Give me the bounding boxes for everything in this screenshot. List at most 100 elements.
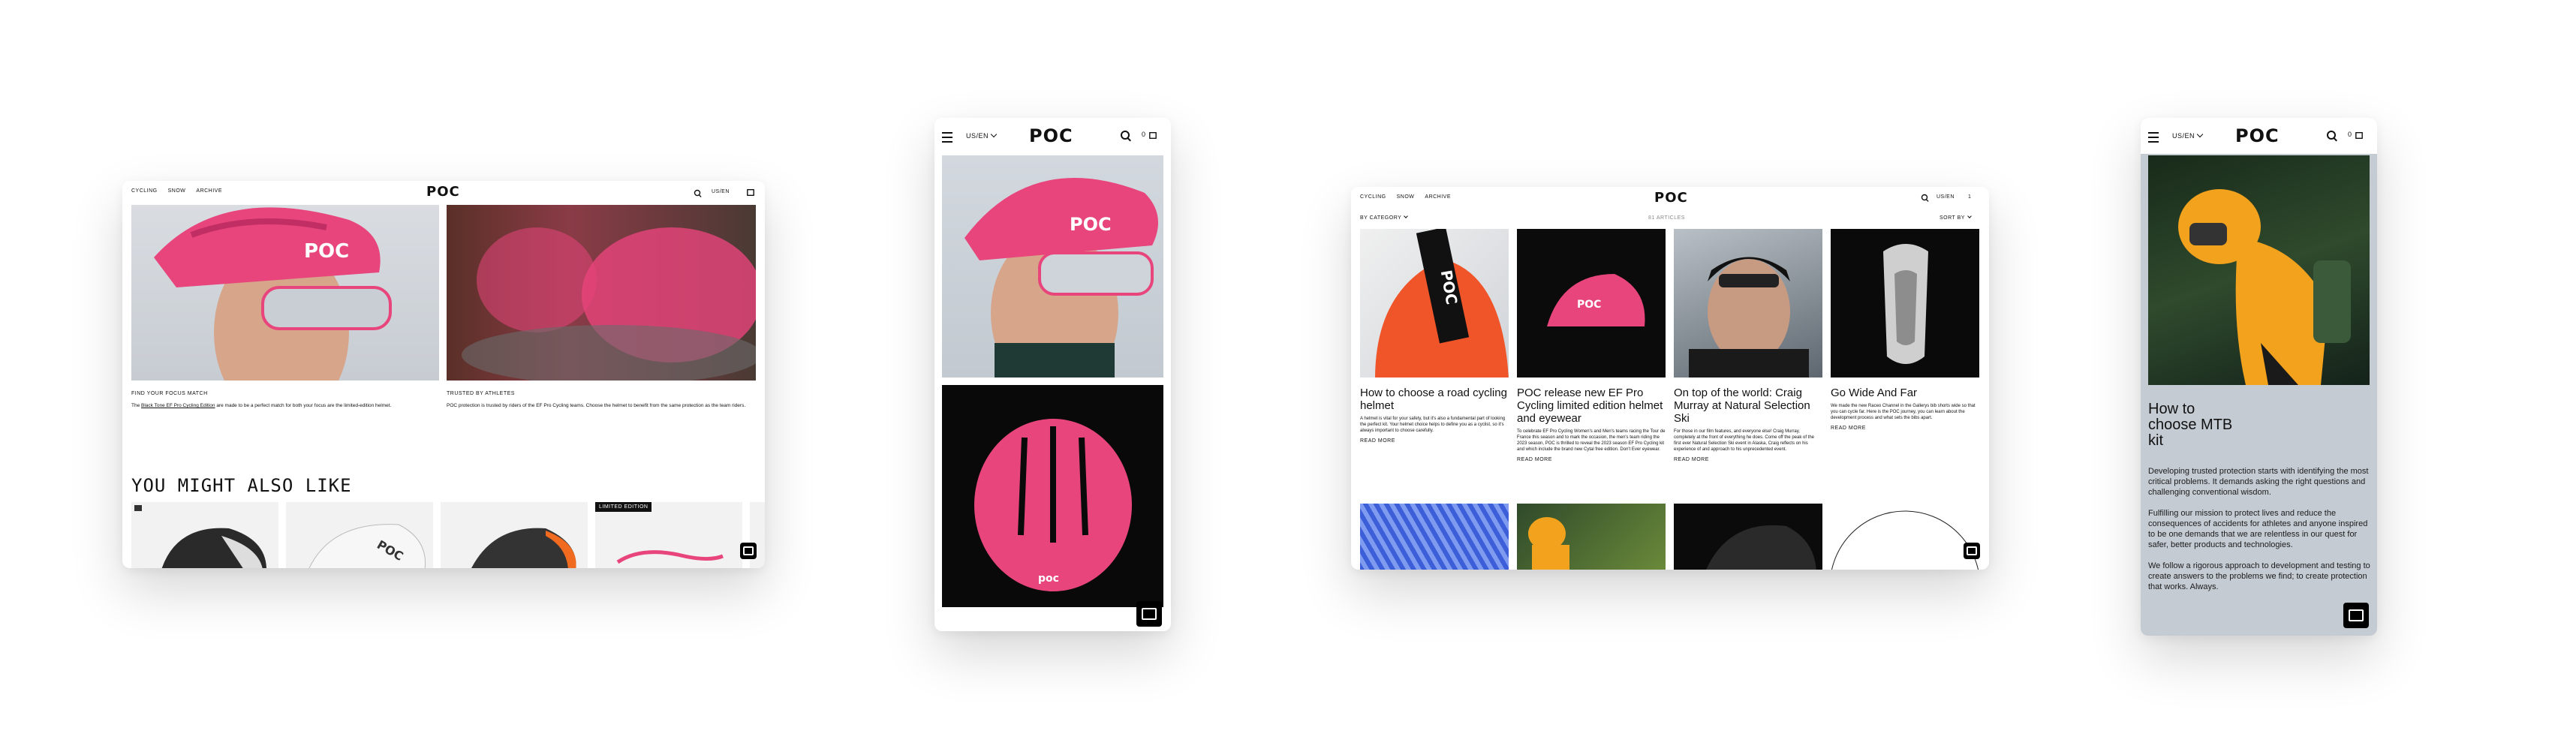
menu-icon[interactable] xyxy=(942,132,952,143)
article-title[interactable]: How to choose a road cycling helmet xyxy=(1360,387,1509,412)
article-title[interactable]: On top of the world: Craig Murray at Nat… xyxy=(1674,387,1822,425)
riders-illustration xyxy=(462,227,756,381)
helmet-top-illustration: poc xyxy=(974,419,1132,591)
locale-selector[interactable]: US/EN xyxy=(2172,131,2204,140)
locale-selector[interactable]: US/EN xyxy=(1937,194,1955,200)
article-image xyxy=(1831,229,1979,378)
nav-snow[interactable]: SNOW xyxy=(168,188,186,194)
read-more-link[interactable]: READ MORE xyxy=(1831,426,1979,431)
helmet-profile-image: POC xyxy=(131,205,439,381)
chamois-illustration xyxy=(1883,244,1928,364)
product-helmet-orange xyxy=(471,528,576,568)
product-helmet-white: POC xyxy=(308,524,426,568)
helmet-top-image: poc xyxy=(942,385,1163,607)
limited-edition-badge: LIMITED EDITION xyxy=(595,502,652,512)
product-tile[interactable] xyxy=(441,502,588,568)
header: CYCLING SNOW ARCHIVE POC US/EN xyxy=(122,181,765,203)
cart-count[interactable]: 0 xyxy=(1142,131,1145,138)
chat-button[interactable] xyxy=(1964,543,1980,559)
locale-selector[interactable]: US/EN xyxy=(712,189,730,194)
product-tile[interactable]: POC xyxy=(286,502,433,568)
read-more-link[interactable]: READ MORE xyxy=(1674,457,1822,462)
nav-cycling[interactable]: CYCLING xyxy=(1360,194,1386,200)
nav-snow[interactable]: SNOW xyxy=(1397,194,1415,200)
cart-icon[interactable] xyxy=(2355,131,2363,140)
article-image[interactable] xyxy=(1831,504,1979,570)
menu-icon[interactable] xyxy=(2148,132,2159,143)
search-icon[interactable] xyxy=(1921,194,1928,201)
article-paragraph: We follow a rigorous approach to develop… xyxy=(2148,561,2370,591)
article-image[interactable] xyxy=(1517,504,1666,570)
search-icon[interactable] xyxy=(1121,131,1130,140)
locale-text: US/EN xyxy=(2172,132,2195,140)
card1-title: FIND YOUR FOCUS MATCH xyxy=(131,391,208,396)
chat-button[interactable] xyxy=(1136,601,1162,627)
article-count: 81 ARTICLES xyxy=(1648,215,1685,221)
article-image[interactable] xyxy=(1360,504,1509,570)
article-body: We made the new Raceo Channel in the Gal… xyxy=(1831,404,1976,420)
wishlist-icon[interactable] xyxy=(134,505,142,511)
team-riders-image xyxy=(447,205,756,381)
article-title: How to choose MTB kit xyxy=(2148,401,2233,449)
article-paragraph: Fulfilling our mission to protect lives … xyxy=(2148,509,2368,549)
chevron-down-icon xyxy=(1404,214,1409,218)
helmet-profile-image: POC xyxy=(942,155,1163,378)
category-filter[interactable]: BY CATEGORY xyxy=(1360,214,1409,221)
article-title[interactable]: POC release new EF Pro Cycling limited e… xyxy=(1517,387,1666,425)
article-card[interactable]: Go Wide And Far We made the new Raceo Ch… xyxy=(1831,229,1979,431)
article-card[interactable]: On top of the world: Craig Murray at Nat… xyxy=(1674,229,1822,462)
product-tile[interactable] xyxy=(131,502,278,568)
header: CYCLING SNOW ARCHIVE POC US/EN 1 xyxy=(1351,187,1989,208)
logo[interactable]: POC xyxy=(426,184,460,200)
mobile-header: US/EN POC 0 xyxy=(934,118,1171,154)
article-image[interactable] xyxy=(1674,504,1822,570)
svg-text:POC: POC xyxy=(1070,214,1112,235)
svg-text:poc: poc xyxy=(1038,573,1059,585)
article-body: Developing trusted protection starts wit… xyxy=(2148,466,2372,592)
logo[interactable]: POC xyxy=(2235,125,2280,146)
chevron-down-icon xyxy=(990,131,998,138)
article-title[interactable]: Go Wide And Far xyxy=(1831,387,1979,399)
sort-filter[interactable]: SORT BY xyxy=(1940,214,1972,221)
cart-icon[interactable] xyxy=(1149,131,1157,140)
product-tile[interactable]: LIMITED EDITION xyxy=(595,502,742,568)
cart-count[interactable]: 0 xyxy=(2348,131,2352,138)
card1-body-prefix: The xyxy=(131,403,142,408)
card1-body-suffix: are made to be a perfect match for both … xyxy=(215,403,392,408)
cart-icon[interactable] xyxy=(747,188,754,197)
article-card[interactable]: POC POC release new EF Pro Cycling limit… xyxy=(1517,229,1666,462)
product-helmet-black xyxy=(161,528,266,568)
card2-title: TRUSTED BY ATHLETES xyxy=(447,391,515,396)
article-hero-image xyxy=(2148,155,2370,385)
article-image: POC xyxy=(1360,229,1509,378)
mobile-header: US/EN POC 0 xyxy=(2141,118,2377,154)
logo[interactable]: POC xyxy=(1029,125,1073,146)
helmet-profile-illustration: POC xyxy=(964,178,1158,378)
main-nav: CYCLING SNOW ARCHIVE xyxy=(1360,194,1451,200)
article-image xyxy=(1674,229,1822,378)
article-card[interactable]: POC How to choose a road cycling helmet … xyxy=(1360,229,1509,444)
chat-button[interactable] xyxy=(740,543,757,559)
desktop-product-page: CYCLING SNOW ARCHIVE POC US/EN POC FIND … xyxy=(122,181,765,568)
card1-body-link[interactable]: Black Tone EF Pro Cycling Edition xyxy=(141,403,215,408)
chevron-down-icon xyxy=(1967,214,1972,218)
card2-body: POC protection is trusted by riders of t… xyxy=(447,403,746,408)
chat-button[interactable] xyxy=(2343,603,2369,628)
category-filter-label: BY CATEGORY xyxy=(1360,215,1402,221)
cart-count[interactable]: 1 xyxy=(1968,194,1971,200)
search-icon[interactable] xyxy=(2327,131,2336,140)
nav-archive[interactable]: ARCHIVE xyxy=(1425,194,1451,200)
search-icon[interactable] xyxy=(694,189,701,197)
locale-text: US/EN xyxy=(966,132,989,140)
logo[interactable]: POC xyxy=(1654,190,1688,206)
nav-archive[interactable]: ARCHIVE xyxy=(196,188,222,194)
nav-cycling[interactable]: CYCLING xyxy=(131,188,158,194)
article-image: POC xyxy=(1517,229,1666,378)
svg-text:POC: POC xyxy=(304,240,349,263)
locale-selector[interactable]: US/EN xyxy=(966,131,998,140)
article-body: A helmet is vital for your safety, but i… xyxy=(1360,417,1506,433)
sort-filter-label: SORT BY xyxy=(1940,215,1965,221)
read-more-link[interactable]: READ MORE xyxy=(1360,438,1509,444)
product-eyewear-pink xyxy=(616,550,724,564)
read-more-link[interactable]: READ MORE xyxy=(1517,457,1666,462)
